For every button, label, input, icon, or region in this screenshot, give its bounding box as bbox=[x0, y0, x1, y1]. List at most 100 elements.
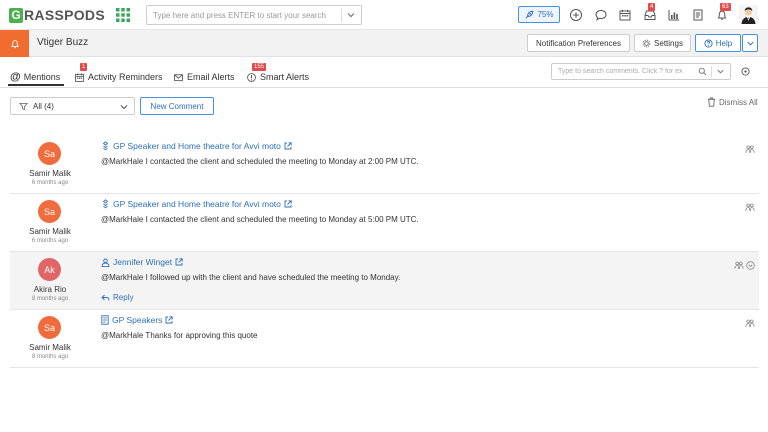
search-options-chevron-down-icon[interactable] bbox=[346, 10, 356, 20]
settings-label: Settings bbox=[654, 39, 683, 48]
author-avatar[interactable]: Sa bbox=[38, 316, 61, 339]
post-actions bbox=[745, 319, 755, 328]
related-record-name: Jennifer Winget bbox=[113, 257, 172, 267]
external-link-icon bbox=[165, 316, 173, 324]
alert-icon bbox=[246, 72, 257, 83]
activity-score-button[interactable]: 75% bbox=[518, 6, 560, 23]
settings-button[interactable]: Settings bbox=[634, 34, 691, 52]
document-icon[interactable] bbox=[691, 8, 705, 22]
post-actions bbox=[745, 145, 755, 154]
calendar-icon bbox=[74, 72, 85, 83]
tab-mentions[interactable]: @ Mentions bbox=[10, 69, 60, 85]
module-bell-icon[interactable] bbox=[0, 30, 29, 57]
post-time: 8 months ago bbox=[10, 296, 90, 302]
activity-reminders-badge: 1 bbox=[80, 63, 87, 71]
logo-mark: G bbox=[9, 8, 23, 23]
participants-icon[interactable] bbox=[745, 203, 755, 212]
chat-bubble-icon[interactable] bbox=[594, 8, 608, 22]
notification-preferences-button[interactable]: Notification Preferences bbox=[527, 34, 630, 52]
new-comment-button[interactable]: New Comment bbox=[140, 97, 214, 115]
trash-icon bbox=[707, 97, 716, 107]
related-record-name: GP Speaker and Home theatre for Avvi mot… bbox=[113, 141, 281, 151]
add-icon[interactable] bbox=[569, 8, 583, 22]
activity-score-value: 75% bbox=[537, 10, 553, 19]
app-logo[interactable]: G RASSPODS bbox=[9, 6, 105, 24]
module-header: Vtiger Buzz Notification Preferences Set… bbox=[0, 30, 768, 57]
tab-smart-alerts[interactable]: Smart Alerts bbox=[246, 69, 309, 85]
mention-item: Ak Akira Rio 8 months ago Jennifer Winge… bbox=[10, 252, 759, 310]
related-record-link[interactable]: GP Speaker and Home theatre for Avvi mot… bbox=[101, 141, 292, 151]
author-name[interactable]: Samir Malik bbox=[10, 169, 90, 178]
author-avatar[interactable]: Sa bbox=[38, 142, 61, 165]
comment-search-divider bbox=[711, 66, 712, 77]
post-time: 8 months ago bbox=[10, 354, 90, 360]
search-help-icon[interactable] bbox=[741, 67, 750, 76]
inbox-count-badge: 4 bbox=[648, 3, 655, 11]
external-link-icon bbox=[284, 200, 292, 208]
dismiss-all-label: Dismiss All bbox=[719, 98, 758, 107]
logo-text: RASSPODS bbox=[24, 7, 105, 23]
at-icon: @ bbox=[10, 71, 21, 83]
smart-alerts-badge: 155 bbox=[252, 63, 266, 71]
avatar-initials: Sa bbox=[44, 149, 55, 159]
post-time: 6 months ago bbox=[10, 238, 90, 244]
author-name[interactable]: Akira Rio bbox=[10, 285, 90, 294]
filter-chevron-down-icon bbox=[119, 102, 129, 112]
related-record-name: GP Speaker and Home theatre for Avvi mot… bbox=[113, 199, 281, 209]
comment-text: @MarkHale I contacted the client and sch… bbox=[101, 215, 419, 224]
tab-email-alerts-label: Email Alerts bbox=[187, 72, 235, 82]
mention-item: Sa Samir Malik 6 months ago GP Speaker a… bbox=[10, 194, 759, 252]
author-name[interactable]: Samir Malik bbox=[10, 343, 90, 352]
gear-icon bbox=[642, 39, 651, 48]
filter-selected-value: All (4) bbox=[33, 102, 54, 111]
comment-text: @MarkHale I contacted the client and sch… bbox=[101, 157, 419, 166]
search-divider bbox=[341, 8, 342, 22]
tab-mentions-label: Mentions bbox=[24, 72, 61, 82]
participants-icon[interactable] bbox=[734, 261, 744, 270]
reply-arrow-icon bbox=[101, 294, 110, 302]
more-options-icon[interactable] bbox=[746, 261, 755, 270]
author-avatar[interactable]: Ak bbox=[38, 258, 61, 281]
notification-preferences-label: Notification Preferences bbox=[536, 39, 621, 48]
participants-icon[interactable] bbox=[745, 319, 755, 328]
help-label: Help bbox=[716, 39, 732, 48]
comment-search-chevron-down-icon[interactable] bbox=[716, 67, 725, 76]
search-icon[interactable] bbox=[698, 67, 707, 76]
chevron-down-icon bbox=[746, 39, 755, 48]
related-record-link[interactable]: GP Speaker and Home theatre for Avvi mot… bbox=[101, 199, 292, 209]
user-avatar[interactable] bbox=[739, 5, 758, 24]
mentions-filter-select[interactable]: All (4) bbox=[10, 97, 135, 115]
page-title: Vtiger Buzz bbox=[37, 37, 88, 48]
reply-link[interactable]: Reply bbox=[101, 293, 133, 302]
envelope-icon bbox=[173, 72, 184, 83]
comment-search-input[interactable] bbox=[558, 64, 696, 79]
rocket-icon bbox=[524, 10, 534, 20]
external-link-icon bbox=[175, 258, 183, 266]
help-button[interactable]: Help bbox=[695, 34, 741, 52]
related-record-link[interactable]: Jennifer Winget bbox=[101, 257, 183, 267]
filter-funnel-icon bbox=[19, 102, 28, 111]
comment-text: @MarkHale Thanks for approving this quot… bbox=[101, 331, 258, 340]
avatar-initials: Ak bbox=[44, 265, 55, 275]
author-avatar[interactable]: Sa bbox=[38, 200, 61, 223]
new-comment-label: New Comment bbox=[151, 102, 204, 111]
contact-icon bbox=[101, 258, 110, 267]
dismiss-all-button[interactable]: Dismiss All bbox=[707, 97, 758, 107]
notifications-count-badge: 63 bbox=[720, 3, 731, 11]
buzz-tabs: @ Mentions Activity Reminders 1 Email Al… bbox=[0, 57, 768, 88]
participants-icon[interactable] bbox=[745, 145, 755, 154]
post-actions bbox=[745, 203, 755, 212]
top-navbar: G RASSPODS 75% 4 bbox=[0, 0, 768, 30]
tab-activity-reminders-label: Activity Reminders bbox=[88, 72, 163, 82]
app-grid-icon[interactable] bbox=[116, 8, 130, 22]
related-record-link[interactable]: GP Speakers bbox=[101, 315, 173, 325]
tab-activity-reminders[interactable]: Activity Reminders bbox=[74, 69, 163, 85]
calendar-icon[interactable] bbox=[618, 8, 632, 22]
reply-label: Reply bbox=[113, 293, 133, 302]
reports-icon[interactable] bbox=[667, 8, 681, 22]
help-dropdown-button[interactable] bbox=[742, 34, 758, 52]
global-search-input[interactable] bbox=[153, 6, 333, 24]
tab-email-alerts[interactable]: Email Alerts bbox=[173, 69, 235, 85]
author-name[interactable]: Samir Malik bbox=[10, 227, 90, 236]
comment-text: @MarkHale I followed up with the client … bbox=[101, 273, 400, 282]
